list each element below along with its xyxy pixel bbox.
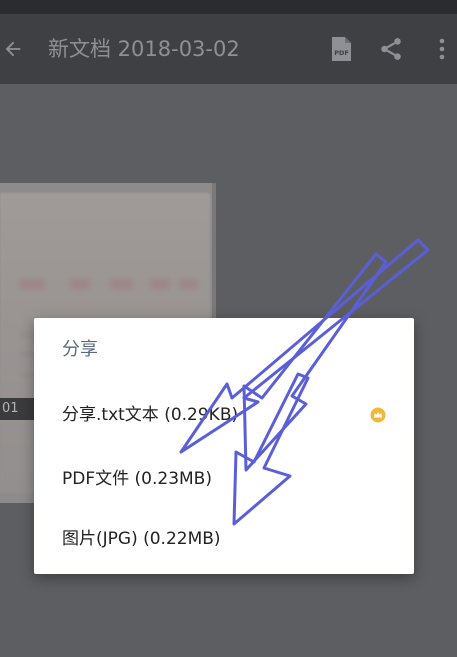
more-options-button[interactable] xyxy=(432,36,452,62)
more-vert-icon xyxy=(439,38,445,60)
dialog-title: 分享 xyxy=(62,339,98,360)
pdf-export-button[interactable]: PDF xyxy=(329,36,353,62)
page-number: 01 xyxy=(0,398,36,420)
share-pdf-label: PDF文件 (0.23MB) xyxy=(62,469,212,489)
share-jpg-option[interactable]: 图片(JPG) (0.22MB) xyxy=(34,509,414,571)
toolbar: 新文档 2018-03-02 PDF xyxy=(0,14,457,84)
share-dialog: 分享 分享.txt文本 (0.29KB) PDF文件 (0.23MB) 图片(J… xyxy=(34,318,414,574)
share-icon xyxy=(381,38,401,60)
blur-mark xyxy=(20,279,44,289)
pdf-file-icon: PDF xyxy=(332,37,351,61)
share-txt-option[interactable]: 分享.txt文本 (0.29KB) xyxy=(34,385,414,447)
share-jpg-label: 图片(JPG) (0.22MB) xyxy=(62,529,221,549)
share-txt-label: 分享.txt文本 (0.29KB) xyxy=(62,405,239,425)
blur-mark xyxy=(110,279,132,289)
share-pdf-option[interactable]: PDF文件 (0.23MB) xyxy=(34,449,414,511)
blur-mark xyxy=(150,279,170,289)
share-button[interactable] xyxy=(378,36,404,62)
arrow-left-icon xyxy=(5,41,21,57)
crown-icon xyxy=(370,407,386,423)
back-button[interactable] xyxy=(0,32,26,66)
blur-mark xyxy=(70,279,90,289)
status-bar xyxy=(0,0,457,14)
document-title: 新文档 2018-03-02 xyxy=(48,37,240,61)
pdf-icon-label: PDF xyxy=(334,49,349,57)
blur-mark xyxy=(180,279,198,289)
